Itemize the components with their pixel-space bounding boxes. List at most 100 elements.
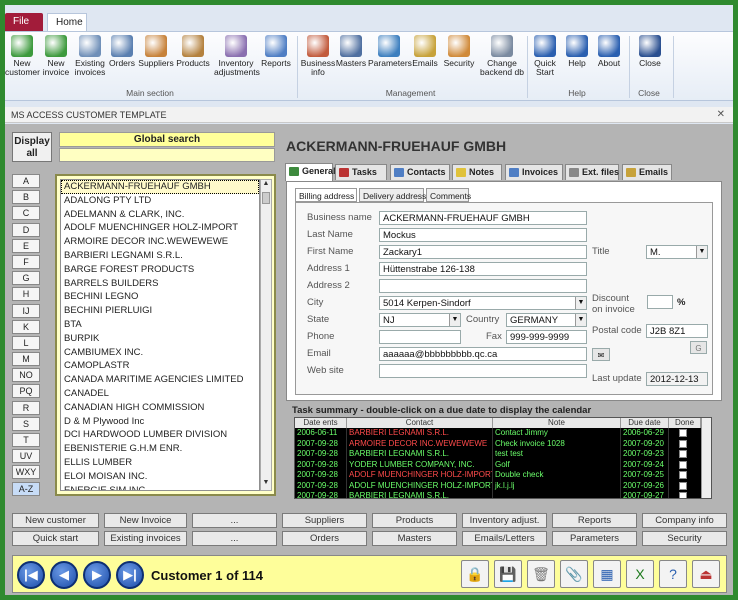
alpha-filter-ij[interactable]: IJ bbox=[12, 303, 40, 318]
column-header[interactable]: Contact bbox=[347, 418, 493, 428]
existing-invoices-button[interactable]: Existing invoices bbox=[72, 35, 108, 77]
send-email-icon[interactable]: ✉ bbox=[592, 348, 610, 361]
alpha-filter-b[interactable]: B bbox=[12, 190, 40, 205]
column-header[interactable]: Note bbox=[493, 418, 621, 428]
alpha-filter-a-z[interactable]: A-Z bbox=[12, 481, 40, 496]
list-item[interactable]: D & M Plywood Inc bbox=[61, 415, 259, 429]
table-row[interactable]: 2007-09-28 ADOLF MUENCHINGER HOLZ-IMPORT j… bbox=[295, 480, 711, 491]
client-list[interactable]: ACKERMANN-FRUEHAUF GMBH ADALONG PTY LTD AD… bbox=[60, 179, 260, 491]
alpha-filter-no[interactable]: NO bbox=[12, 368, 40, 383]
bottom-blank-button[interactable]: ... bbox=[192, 531, 277, 546]
emails-button[interactable]: Emails bbox=[410, 35, 440, 68]
done-checkbox[interactable] bbox=[679, 460, 687, 469]
list-item[interactable]: BECHINI LEGNO bbox=[61, 290, 259, 304]
bottom-parameters-button[interactable]: Parameters bbox=[552, 531, 637, 546]
list-item[interactable]: CANADEL bbox=[61, 387, 259, 401]
list-item[interactable]: DCI HARDWOOD LUMBER DIVISION bbox=[61, 428, 259, 442]
list-item[interactable]: ELLIS LUMBER bbox=[61, 456, 259, 470]
website-field[interactable] bbox=[379, 364, 587, 378]
alpha-filter-t[interactable]: T bbox=[12, 433, 40, 447]
new-customer-button[interactable]: New customer bbox=[5, 35, 40, 77]
fax-field[interactable]: 999-999-9999 bbox=[506, 330, 587, 344]
parameters-button[interactable]: Parameters bbox=[368, 35, 412, 68]
list-item[interactable]: CANADA MARITIME AGENCIES LIMITED bbox=[61, 373, 259, 387]
tab-emails[interactable]: Emails bbox=[622, 164, 672, 180]
state-field[interactable]: NJ ▼ bbox=[379, 313, 461, 327]
subtab-billing-address[interactable]: Billing address bbox=[295, 188, 357, 202]
list-item[interactable]: ELOI MOISAN INC. bbox=[61, 470, 259, 484]
list-item[interactable]: BTA bbox=[61, 318, 259, 332]
table-row[interactable]: 2006-06-11 BARBIERI LEGNAMI S.R.L. Contact… bbox=[295, 428, 711, 439]
alpha-filter-s[interactable]: S bbox=[12, 416, 40, 431]
table-row[interactable]: 2007-09-28 ADOLF MUENCHINGER HOLZ-IMPORT D… bbox=[295, 470, 711, 481]
new-invoice-button[interactable]: New invoice bbox=[41, 35, 71, 77]
column-header[interactable]: Due date bbox=[621, 418, 669, 428]
done-checkbox[interactable] bbox=[679, 492, 687, 498]
done-checkbox[interactable] bbox=[679, 471, 687, 479]
bottom-inventory-adjust-button[interactable]: Inventory adjust. bbox=[462, 513, 547, 528]
previous-record-icon[interactable]: ◀ bbox=[50, 561, 78, 589]
scroll-down-icon[interactable]: ▼ bbox=[261, 479, 271, 490]
list-item[interactable]: BARBIERI LEGNAMI S.R.L. bbox=[61, 249, 259, 263]
column-header[interactable]: Done bbox=[669, 418, 701, 428]
change-backend-db-button[interactable]: Change backend db bbox=[477, 35, 527, 77]
last-name-field[interactable]: Mockus bbox=[379, 228, 587, 242]
bottom-company-info-button[interactable]: Company info bbox=[642, 513, 727, 528]
delete-icon[interactable]: 🗑 bbox=[527, 560, 555, 588]
address2-field[interactable] bbox=[379, 279, 587, 293]
chevron-down-icon[interactable]: ▼ bbox=[575, 314, 586, 326]
tab-invoices[interactable]: Invoices bbox=[505, 164, 563, 180]
list-item[interactable]: ADOLF MUENCHINGER HOLZ-IMPORT bbox=[61, 221, 259, 235]
business-info-button[interactable]: Business info bbox=[300, 35, 336, 77]
list-item[interactable]: ENERGIE SIM INC bbox=[61, 484, 259, 490]
bottom-masters-button[interactable]: Masters bbox=[372, 531, 457, 546]
tab-tasks[interactable]: Tasks bbox=[335, 164, 387, 180]
inventory-adjustments-button[interactable]: Inventory adjustments bbox=[214, 35, 260, 77]
chevron-down-icon[interactable]: ▼ bbox=[575, 297, 586, 309]
alpha-filter-e[interactable]: E bbox=[12, 238, 40, 253]
last-record-icon[interactable]: ▶| bbox=[116, 561, 144, 589]
bottom-security-button[interactable]: Security bbox=[642, 531, 727, 546]
attach-icon[interactable]: 📎 bbox=[560, 560, 588, 588]
bottom-new-invoice-button[interactable]: New Invoice bbox=[104, 513, 187, 528]
list-item[interactable]: EBENISTERIE G.H.M ENR. bbox=[61, 442, 259, 456]
alpha-filter-r[interactable]: R bbox=[12, 400, 40, 415]
reports-button[interactable]: Reports bbox=[259, 35, 293, 68]
postal-code-field[interactable]: J2B 8Z1 bbox=[646, 324, 708, 338]
done-checkbox[interactable] bbox=[679, 429, 687, 437]
tab-home[interactable]: Home bbox=[47, 13, 87, 31]
save-icon[interactable]: 💾 bbox=[494, 560, 522, 588]
scroll-up-icon[interactable]: ▲ bbox=[261, 180, 271, 191]
table-row[interactable]: 2007-09-28 BARBIERI LEGNAMI S.R.L. 2007-09… bbox=[295, 491, 711, 498]
scroll-thumb[interactable] bbox=[262, 192, 270, 204]
bottom-suppliers-button[interactable]: Suppliers bbox=[282, 513, 367, 528]
subtab-delivery-address[interactable]: Delivery address bbox=[359, 188, 426, 202]
title-field[interactable]: M. ▼ bbox=[646, 245, 708, 259]
column-header[interactable]: Date ents bbox=[295, 418, 347, 428]
next-record-icon[interactable]: ▶ bbox=[83, 561, 111, 589]
help-icon[interactable]: ? bbox=[659, 560, 687, 588]
first-name-field[interactable]: Zackary1 bbox=[379, 245, 587, 259]
email-field[interactable]: aaaaaa@bbbbbbbbb.qc.ca bbox=[379, 347, 587, 361]
subtab-comments[interactable]: Comments bbox=[426, 188, 471, 202]
quick-start-button[interactable]: Quick Start bbox=[530, 35, 560, 77]
tab-general[interactable]: General bbox=[285, 163, 336, 181]
alpha-filter-wxy[interactable]: WXY bbox=[12, 465, 40, 480]
exit-icon[interactable]: ⏏ bbox=[692, 560, 720, 588]
table-row[interactable]: 2007-09-28 BARBIERI LEGNAMI S.R.L. test te… bbox=[295, 449, 711, 460]
list-item[interactable]: BARGE FOREST PRODUCTS bbox=[61, 263, 259, 277]
discount-field[interactable] bbox=[647, 295, 673, 309]
task-summary-table[interactable]: Date ents Contact Note Due date Done 2006-06-… bbox=[294, 417, 712, 499]
list-item[interactable]: ACKERMANN-FRUEHAUF GMBH bbox=[61, 180, 259, 194]
address1-field[interactable]: Hüttenstrabe 126-138 bbox=[379, 262, 587, 276]
country-field[interactable]: GERMANY ▼ bbox=[506, 313, 587, 327]
bottom-emails-letters-button[interactable]: Emails/Letters bbox=[462, 531, 547, 546]
alpha-filter-k[interactable]: K bbox=[12, 319, 40, 334]
help-button[interactable]: Help bbox=[562, 35, 592, 68]
tab-file[interactable]: File bbox=[5, 13, 43, 31]
masters-button[interactable]: Masters bbox=[335, 35, 367, 68]
alpha-filter-d[interactable]: D bbox=[12, 222, 40, 237]
bottom-orders-button[interactable]: Orders bbox=[282, 531, 367, 546]
products-button[interactable]: Products bbox=[175, 35, 211, 68]
list-item[interactable]: CANADIAN HIGH COMMISSION bbox=[61, 401, 259, 415]
